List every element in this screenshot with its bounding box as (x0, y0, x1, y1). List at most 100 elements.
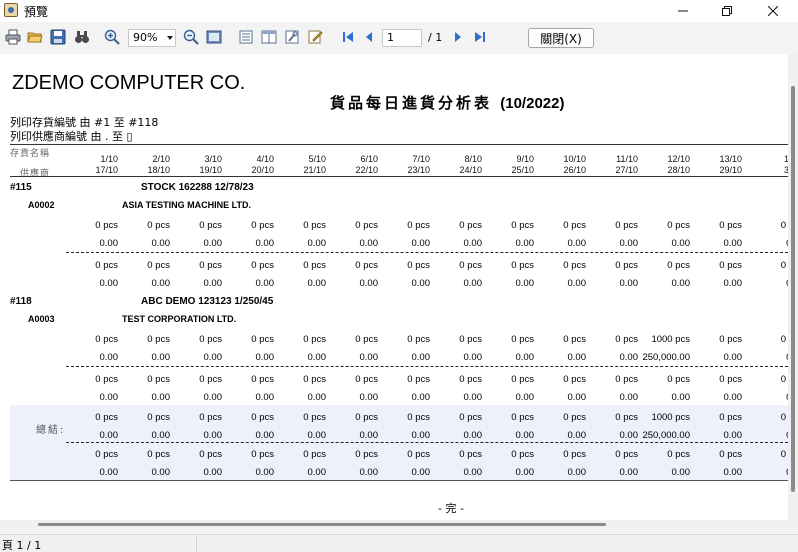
status-page-text: 頁 1 / 1 (2, 539, 42, 552)
zoom-in-button[interactable] (102, 27, 122, 47)
amount-cell: 0.00 (151, 467, 171, 478)
zoom-out-button[interactable] (181, 27, 201, 47)
amount-cell: 0.00 (151, 278, 171, 289)
amount-cell: 0.00 (515, 352, 535, 363)
amount-cell: 0.00 (99, 392, 119, 403)
two-page-button[interactable] (259, 27, 279, 47)
supplier-name: ASIA TESTING MACHINE LTD. (122, 200, 251, 210)
qty-cell: 0 pcs (563, 374, 586, 385)
amount-cell: 0.00 (463, 467, 483, 478)
minimize-button[interactable] (660, 0, 706, 22)
qty-cell: 0 pcs (407, 334, 430, 345)
qty-cell: 0 pcs (719, 260, 742, 271)
report-title-text: 貨品每日進貨分析表 (330, 94, 493, 112)
amount-cell: 0.00 (723, 392, 743, 403)
amount-cell: 0.00 (567, 392, 587, 403)
fit-page-button[interactable] (204, 27, 224, 47)
zoom-select[interactable]: 90% (128, 29, 176, 47)
column-header-bottom: 26/10 (563, 165, 586, 175)
vertical-scrollbar[interactable] (788, 54, 798, 530)
amount-cell: 0.00 (307, 392, 327, 403)
amount-cell: 0.00 (411, 352, 431, 363)
tools-button[interactable] (282, 27, 302, 47)
amount-cell: 0.00 (619, 392, 639, 403)
qty-cell: 0 pcs (251, 334, 274, 345)
amount-cell: 0.00 (567, 430, 587, 441)
prev-page-icon (366, 32, 372, 42)
qty-cell: 0 pcs (511, 412, 534, 423)
next-page-button[interactable] (448, 27, 468, 47)
first-page-icon (343, 32, 353, 42)
page-view-button[interactable] (236, 27, 256, 47)
find-button[interactable] (72, 27, 92, 47)
stock-code: #115 (10, 182, 32, 193)
printer-icon (5, 29, 21, 45)
amount-cell: 0.00 (359, 392, 379, 403)
amount-cell: 0.00 (671, 467, 691, 478)
amount-cell: 0.00 (515, 238, 535, 249)
edit-icon (308, 30, 323, 44)
column-header-bottom: 23/10 (407, 165, 430, 175)
column-header-bottom: 18/10 (147, 165, 170, 175)
horizontal-scrollbar[interactable] (0, 520, 788, 530)
qty-cell: 0 pcs (511, 260, 534, 271)
qty-cell: 0 pcs (511, 449, 534, 460)
restore-icon (722, 6, 732, 16)
qty-cell: 0 p (780, 334, 788, 345)
page-total: / 1 (428, 31, 443, 44)
amount-cell: 0.00 (255, 352, 275, 363)
amount-cell: 0.00 (515, 467, 535, 478)
open-button[interactable] (25, 27, 45, 47)
preview-area[interactable]: ZDEMO COMPUTER CO. 貨品每日進貨分析表 (10/2022) 列… (0, 54, 798, 530)
column-header-bottom: 19/10 (199, 165, 222, 175)
close-preview-button[interactable]: 關閉(X) (528, 28, 594, 48)
zoom-in-icon (104, 29, 120, 45)
qty-cell: 0 pcs (355, 449, 378, 460)
qty-cell: 0 pcs (459, 334, 482, 345)
vertical-scroll-thumb[interactable] (791, 86, 795, 492)
column-header-top: 10/10 (563, 154, 586, 164)
print-button[interactable] (3, 27, 23, 47)
amount-cell: 0.00 (567, 278, 587, 289)
last-page-button[interactable] (470, 27, 490, 47)
amount-cell: 0.00 (359, 278, 379, 289)
amount-cell: 0.00 (359, 430, 379, 441)
qty-cell: 1000 pcs (651, 334, 690, 345)
qty-cell: 0 pcs (199, 449, 222, 460)
column-header-top: 6/10 (360, 154, 378, 164)
qty-cell: 0 p (780, 220, 788, 231)
amount-cell: 0.00 (99, 352, 119, 363)
column-header-bottom: 21/10 (303, 165, 326, 175)
edit-button[interactable] (305, 27, 325, 47)
qty-cell: 0 pcs (147, 412, 170, 423)
amount-cell: 0.00 (567, 238, 587, 249)
stock-code: #118 (10, 296, 32, 307)
app-icon (4, 3, 18, 17)
qty-cell: 0 pcs (95, 449, 118, 460)
amount-cell: 0.00 (411, 278, 431, 289)
qty-cell: 0 pcs (355, 260, 378, 271)
maximize-button[interactable] (704, 0, 750, 22)
page-number-input[interactable]: 1 (382, 29, 422, 47)
qty-cell: 0 pcs (303, 412, 326, 423)
horizontal-scroll-thumb[interactable] (38, 523, 606, 526)
single-page-icon (206, 30, 222, 44)
amount-cell: 0.00 (463, 278, 483, 289)
amount-cell: 0.00 (151, 392, 171, 403)
qty-cell: 0 pcs (459, 412, 482, 423)
first-page-button[interactable] (338, 27, 358, 47)
prev-page-button[interactable] (359, 27, 379, 47)
column-header-top: 2/10 (152, 154, 170, 164)
amount-cell: 0. (744, 392, 788, 403)
close-window-button[interactable] (750, 0, 796, 22)
column-header-bottom: 22/10 (355, 165, 378, 175)
column-header-top: 4/10 (256, 154, 274, 164)
save-button[interactable] (48, 27, 68, 47)
qty-cell: 0 pcs (667, 449, 690, 460)
qty-cell: 0 pcs (355, 334, 378, 345)
qty-cell: 0 pcs (199, 412, 222, 423)
supplier-code: A0003 (28, 314, 55, 324)
qty-cell: 0 p (780, 260, 788, 271)
qty-cell: 0 pcs (719, 334, 742, 345)
qty-cell: 0 pcs (251, 260, 274, 271)
